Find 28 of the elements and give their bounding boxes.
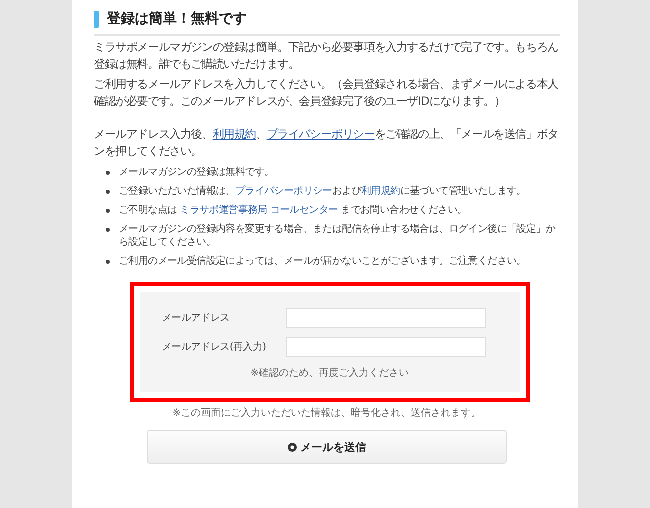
encryption-note: ※この画面にご入力いただいた情報は、暗号化され、送信されます。 [172,406,482,420]
text-link[interactable]: 利用規約 [212,128,256,141]
paragraph: メールアドレス入力後、利用規約、プライバシーポリシーをご確認の上、「メールを送信」ボタンを押してください。 [94,127,560,160]
text-link[interactable]: 利用規約 [362,186,400,197]
circle-icon [288,442,296,452]
section-heading: 登録は簡単！無料です [107,10,247,28]
note-item: ご不明な点は ミラサポ運営事務局 コールセンター までお問い合わせください。 [119,204,468,217]
bullet-icon [106,171,110,175]
paragraph: ミラサポメールマガジンの登録は簡単。下記から必要事項を入力するだけで完了です。もちろん登録は無料。誰でもご購読いただけます。 [94,40,560,73]
field-hint: ※確認のため、再度ご入力ください [250,366,410,380]
bullet-icon [106,260,110,264]
field-label: メールアドレス(再入力) [162,340,268,354]
email-field[interactable] [286,337,486,357]
note-item: メールマガジンの登録内容を変更する場合、または配信を停止する場合は、ログイン後に「設定」から設定してください。 [119,223,557,249]
note-item: ご利用のメール受信設定によっては、メールが届かないことがございます。ご注意ください。 [119,255,526,268]
bullet-icon [106,190,110,194]
note-item: ご登録いただいた情報は、プライバシーポリシーおよび利用規約に基づいて管理いたします。 [119,185,526,198]
text-link[interactable]: ミラサポ運営事務局 コールセンター [180,205,338,216]
heading-marker [94,10,99,28]
note-item: メールマガジンの登録は無料です。 [119,166,274,179]
text-link[interactable]: プライバシーポリシー [266,128,375,141]
field-label: メールアドレス [162,312,231,325]
text-link[interactable]: プライバシーポリシー [235,186,332,197]
bullet-icon [106,209,110,213]
email-field[interactable] [286,308,486,328]
paragraph: ご利用するメールアドレスを入力してください。（会員登録される場合、まずメールによる本人確認が必要です。このメールアドレスが、会員登録完了後のユーザIDになります。） [94,77,560,110]
send-mail-button[interactable]: メールを送信 [147,430,507,464]
bullet-icon [106,228,110,232]
